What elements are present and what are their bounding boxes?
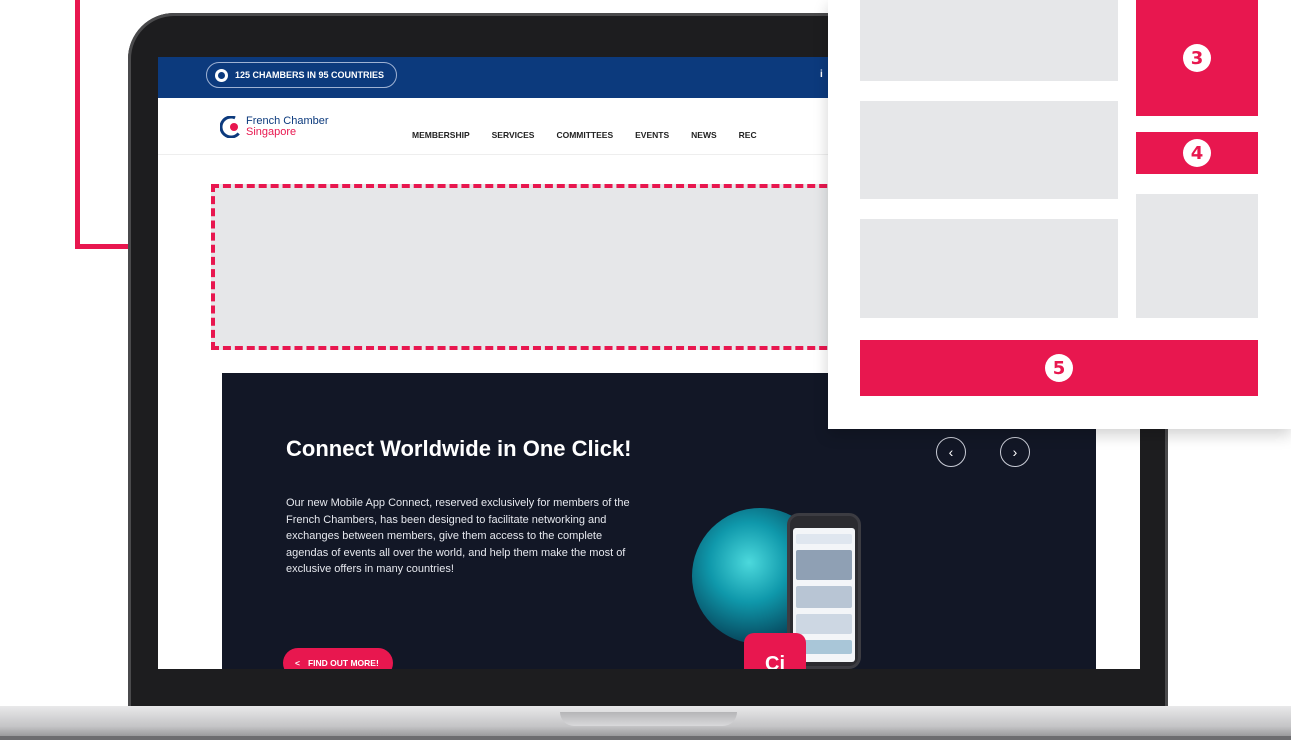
nav-item-rec[interactable]: REC bbox=[739, 130, 757, 140]
nav-item-events[interactable]: EVENTS bbox=[635, 130, 669, 140]
brand-name[interactable]: French Chamber Singapore bbox=[246, 116, 329, 138]
laptop-base-edge bbox=[0, 736, 1291, 740]
chambers-count-badge[interactable]: 125 CHAMBERS IN 95 COUNTRIES bbox=[206, 62, 398, 88]
chamber-logo-icon[interactable] bbox=[220, 116, 242, 138]
zone-4-block: 4 bbox=[1136, 132, 1258, 174]
placeholder-block bbox=[860, 101, 1118, 199]
nav-item-membership[interactable]: MEMBERSHIP bbox=[412, 130, 470, 140]
carousel-prev-button[interactable]: ‹ bbox=[936, 437, 966, 467]
chevron-left-icon: < bbox=[295, 658, 300, 668]
layout-overlay-panel: 3 4 5 bbox=[828, 0, 1291, 429]
globe-icon bbox=[215, 68, 228, 82]
chevron-right-icon: › bbox=[1012, 444, 1018, 460]
connector-line-vertical bbox=[75, 0, 80, 248]
main-nav: MEMBERSHIP SERVICES COMMITTEES EVENTS NE… bbox=[412, 130, 757, 140]
top-bar-link[interactable]: i bbox=[820, 69, 823, 80]
hero-description: Our new Mobile App Connect, reserved exc… bbox=[286, 497, 630, 575]
nav-item-committees[interactable]: COMMITTEES bbox=[556, 130, 613, 140]
find-out-more-button[interactable]: < FIND OUT MORE! bbox=[283, 648, 393, 669]
hero-title: Connect Worldwide in One Click! bbox=[286, 436, 632, 461]
zone-5-block: 5 bbox=[860, 340, 1258, 396]
placeholder-block bbox=[860, 219, 1118, 318]
badge-3: 3 bbox=[1183, 44, 1211, 72]
zone-3-block: 3 bbox=[1136, 0, 1258, 116]
placeholder-block bbox=[860, 0, 1118, 81]
highlighted-placeholder-zone bbox=[211, 184, 851, 350]
brand-line-2: Singapore bbox=[246, 126, 297, 138]
placeholder-block bbox=[1136, 194, 1258, 318]
find-out-more-label: FIND OUT MORE! bbox=[307, 658, 379, 668]
carousel-next-button[interactable]: › bbox=[1000, 437, 1030, 467]
chambers-count-label: 125 CHAMBERS IN 95 COUNTRIES bbox=[235, 70, 385, 80]
laptop-notch bbox=[560, 712, 737, 726]
badge-5: 5 bbox=[1045, 354, 1073, 382]
app-logo-icon: Ci bbox=[744, 633, 806, 669]
chevron-left-icon: ‹ bbox=[948, 444, 954, 460]
nav-item-news[interactable]: NEWS bbox=[691, 130, 717, 140]
badge-4: 4 bbox=[1183, 139, 1211, 167]
nav-item-services[interactable]: SERVICES bbox=[492, 130, 535, 140]
